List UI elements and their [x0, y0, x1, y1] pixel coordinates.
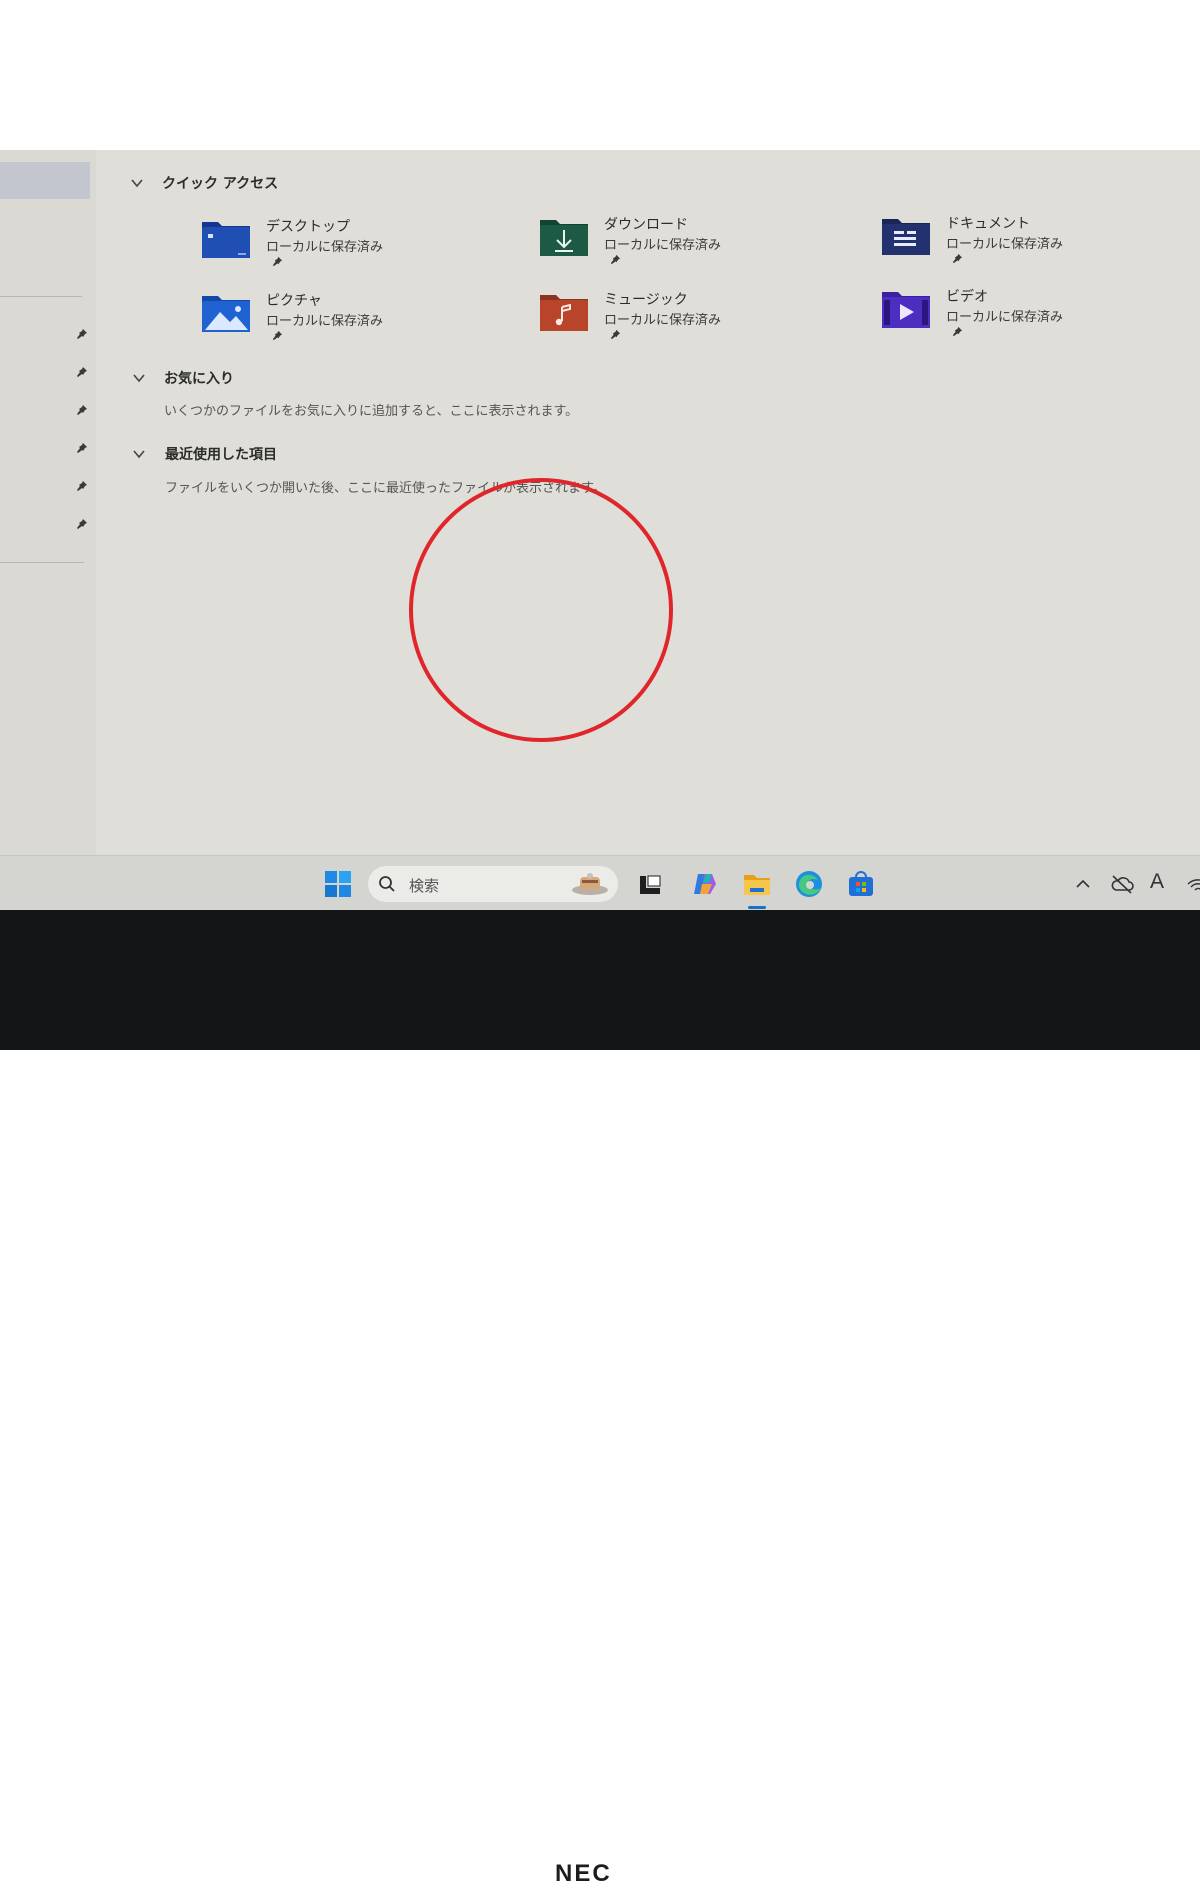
- favorites-empty-message: いくつかのファイルをお気に入りに追加すると、ここに表示されます。: [164, 404, 579, 419]
- quick-access-item-music[interactable]: ミュージック ローカルに保存済み: [538, 289, 838, 349]
- quick-access-item-pictures[interactable]: ピクチャ ローカルに保存済み: [200, 290, 500, 350]
- start-icon[interactable]: [322, 868, 354, 900]
- search-placeholder: 検索: [409, 877, 440, 895]
- copilot-icon[interactable]: [689, 868, 721, 900]
- search-icon: [379, 876, 395, 892]
- navigation-pane: [0, 150, 96, 855]
- quick-access-item-videos[interactable]: ビデオ ローカルに保存済み: [880, 286, 1180, 346]
- quick-access-item-name: ピクチャ: [266, 293, 322, 309]
- task-view-icon[interactable]: [634, 868, 666, 900]
- pin-icon: [952, 326, 963, 337]
- quick-access-item-name: デスクトップ: [266, 219, 350, 235]
- file-explorer-icon[interactable]: [741, 868, 773, 900]
- laptop-bezel: NEC: [0, 910, 1200, 1887]
- desktop-folder-icon: [200, 216, 252, 260]
- photo-bottom-margin: [0, 1050, 1200, 1200]
- videos-folder-icon: [880, 286, 932, 330]
- cloud-offline-icon[interactable]: [1109, 872, 1135, 896]
- pin-icon: [610, 254, 621, 265]
- section-title-quick-access[interactable]: クイック アクセス: [162, 173, 278, 193]
- pin-icon: [76, 442, 88, 454]
- edge-icon[interactable]: [793, 868, 825, 900]
- quick-access-item-name: ミュージック: [604, 292, 688, 308]
- section-title-recent[interactable]: 最近使用した項目: [165, 444, 277, 464]
- quick-access-item-status: ローカルに保存済み: [266, 240, 384, 255]
- quick-access-item-status: ローカルに保存済み: [604, 313, 722, 328]
- taskbar-search-box[interactable]: 検索: [368, 866, 618, 902]
- quick-access-item-status: ローカルに保存済み: [266, 314, 384, 329]
- pictures-folder-icon: [200, 290, 252, 334]
- nav-divider: [0, 562, 84, 563]
- pin-icon: [76, 518, 88, 530]
- pin-icon: [272, 330, 283, 341]
- downloads-folder-icon: [538, 214, 590, 258]
- pin-icon: [76, 366, 88, 378]
- quick-access-item-name: ドキュメント: [946, 216, 1030, 232]
- chevron-up-icon[interactable]: [1074, 872, 1092, 896]
- pin-icon: [272, 256, 283, 267]
- chevron-down-icon[interactable]: [130, 176, 144, 190]
- quick-access-item-name: ビデオ: [946, 289, 988, 305]
- quick-access-item-status: ローカルに保存済み: [604, 238, 722, 253]
- music-folder-icon: [538, 289, 590, 333]
- quick-access-item-name: ダウンロード: [604, 217, 688, 233]
- chevron-down-icon[interactable]: [132, 447, 146, 461]
- photo-top-margin: [0, 0, 1200, 150]
- quick-access-item-status: ローカルに保存済み: [946, 237, 1064, 252]
- pin-icon: [952, 253, 963, 264]
- nav-divider: [0, 296, 82, 297]
- quick-access-item-documents[interactable]: ドキュメント ローカルに保存済み: [880, 213, 1180, 273]
- nav-item-selected[interactable]: [0, 162, 90, 199]
- active-app-indicator: [748, 906, 766, 909]
- quick-access-item-desktop[interactable]: デスクトップ ローカルに保存済み: [200, 216, 500, 276]
- ime-indicator[interactable]: A: [1150, 870, 1164, 894]
- red-annotation-circle: [409, 478, 673, 742]
- device-brand-logo: NEC: [555, 1860, 612, 1887]
- documents-folder-icon: [880, 213, 932, 257]
- section-title-favorites[interactable]: お気に入り: [164, 368, 234, 388]
- quick-access-item-status: ローカルに保存済み: [946, 310, 1064, 325]
- wifi-icon[interactable]: [1186, 872, 1200, 896]
- chevron-down-icon[interactable]: [132, 371, 146, 385]
- search-highlight-icon: [572, 873, 608, 895]
- store-icon[interactable]: [845, 868, 877, 900]
- pin-icon: [76, 328, 88, 340]
- taskbar: 検索 A: [0, 855, 1200, 910]
- quick-access-item-downloads[interactable]: ダウンロード ローカルに保存済み: [538, 214, 838, 274]
- pin-icon: [76, 480, 88, 492]
- pin-icon: [610, 329, 621, 340]
- pin-icon: [76, 404, 88, 416]
